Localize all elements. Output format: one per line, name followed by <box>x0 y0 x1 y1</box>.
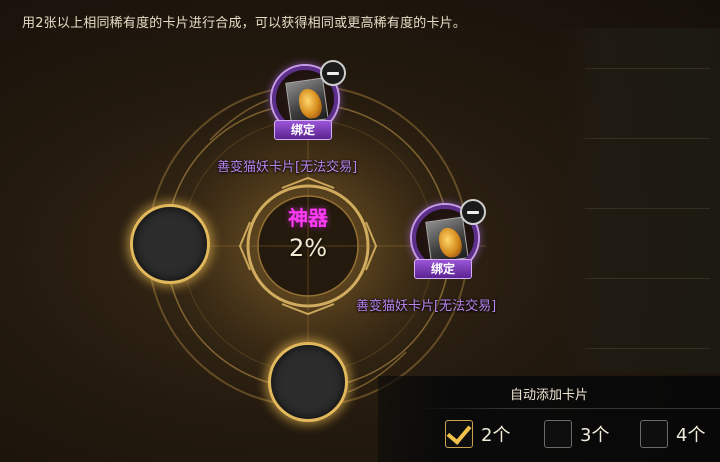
option-label: 4个 <box>676 425 706 446</box>
auto-add-option-2[interactable]: 2个 <box>445 419 510 449</box>
checkbox[interactable] <box>445 419 473 448</box>
auto-add-option-4[interactable]: 4个 <box>640 419 705 449</box>
card-name: 善变猫妖卡片[无法交易] <box>356 299 497 314</box>
option-label: 2个 <box>481 425 511 446</box>
card-name: 善变猫妖卡片[无法交易] <box>217 160 358 175</box>
card-slot-right[interactable]: 绑定 <box>412 199 486 279</box>
result-rarity: 神器 <box>288 206 328 230</box>
auto-add-panel: 自动添加卡片 2个 3个 4个 <box>378 376 720 462</box>
bind-badge: 绑定 <box>414 259 472 279</box>
empty-card-slot-left[interactable] <box>130 204 210 284</box>
remove-card-button[interactable] <box>460 199 486 225</box>
success-rate: 2% <box>288 234 328 262</box>
option-label: 3个 <box>580 425 610 446</box>
auto-add-option-3[interactable]: 3个 <box>544 419 609 449</box>
cat-demon-card-icon <box>425 216 469 264</box>
bind-badge: 绑定 <box>274 120 332 140</box>
minus-icon <box>467 210 479 214</box>
empty-card-slot-bottom[interactable] <box>268 342 348 422</box>
auto-add-title: 自动添加卡片 <box>509 388 588 403</box>
checkmark-icon <box>446 419 472 445</box>
card-slot-top[interactable]: 绑定 <box>272 60 346 140</box>
cat-demon-card-icon <box>285 77 329 125</box>
checkbox[interactable] <box>544 420 572 448</box>
divider <box>418 408 720 409</box>
remove-card-button[interactable] <box>320 60 346 86</box>
checkbox[interactable] <box>640 420 668 448</box>
minus-icon <box>327 71 339 75</box>
